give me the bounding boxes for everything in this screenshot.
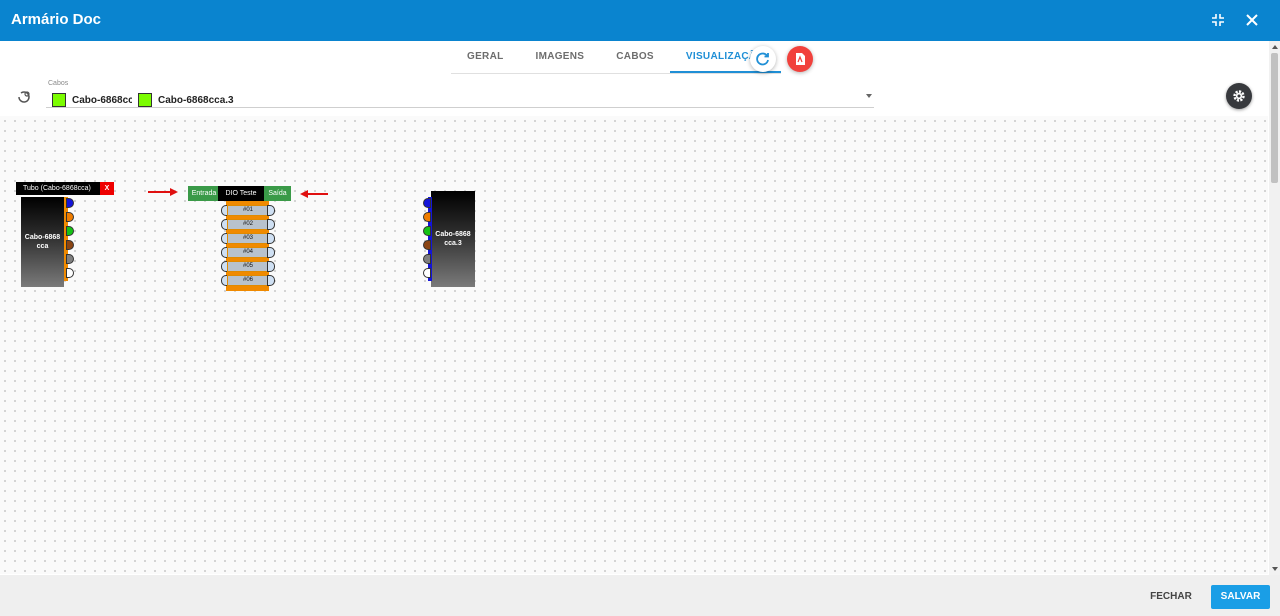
fiber-connector[interactable] [423, 212, 431, 222]
tube-remove-button[interactable]: X [100, 182, 114, 195]
cables-select[interactable]: Cabos Cabo-6868cca Cabo-6868cca.3 [46, 80, 874, 108]
port-label: #01 [227, 205, 269, 216]
arrow-right-icon [148, 188, 178, 196]
port-label: #05 [227, 261, 269, 272]
fiber-connector[interactable] [423, 254, 431, 264]
cable-label: Cabo-6868 cca.3 [435, 231, 471, 247]
title-bar: Armário Doc [0, 0, 1280, 41]
close-button[interactable]: FECHAR [1146, 585, 1196, 609]
dio-input-label[interactable]: Entrada [188, 186, 220, 201]
port-output-connector[interactable] [267, 275, 275, 286]
port-output-connector[interactable] [267, 205, 275, 216]
port-output-connector[interactable] [267, 219, 275, 230]
port-output-connector[interactable] [267, 261, 275, 272]
fiber-connector[interactable] [423, 268, 431, 278]
port-label: #02 [227, 219, 269, 230]
refresh-button[interactable] [750, 46, 776, 72]
tube-title: Tubo (Cabo-6868cca) [16, 182, 102, 195]
port-label: #04 [227, 247, 269, 258]
close-icon[interactable] [1241, 9, 1263, 31]
collapse-icon[interactable] [1207, 9, 1229, 31]
refresh-icon [756, 52, 769, 66]
tab-geral[interactable]: GERAL [451, 41, 520, 73]
fiber-connector[interactable] [423, 226, 431, 236]
dio-name: DIO Teste [218, 186, 264, 201]
dio-port[interactable]: #04 [221, 247, 275, 258]
fiber-connector[interactable] [423, 240, 431, 250]
scroll-down-icon[interactable] [1272, 567, 1278, 571]
pdf-icon [796, 53, 805, 65]
port-label: #03 [227, 233, 269, 244]
fiber-connector[interactable] [423, 198, 431, 208]
gear-icon [1233, 90, 1245, 102]
dio-port[interactable]: #06 [221, 275, 275, 286]
dio-output-label[interactable]: Saída [264, 186, 291, 201]
dio-port[interactable]: #03 [221, 233, 275, 244]
cable-block-left[interactable]: Cabo-6868 cca [21, 197, 64, 287]
scroll-up-icon[interactable] [1272, 45, 1278, 49]
cable-block-right[interactable]: Cabo-6868 cca.3 [431, 191, 475, 287]
port-label: #06 [227, 275, 269, 286]
pdf-export-button[interactable] [787, 46, 813, 72]
diagram-canvas[interactable] [0, 116, 1268, 574]
chevron-down-icon[interactable] [866, 94, 872, 98]
port-output-connector[interactable] [267, 233, 275, 244]
arrow-left-icon [300, 190, 328, 198]
cable-chip-label: Cabo-6868cca [72, 94, 132, 106]
cable-chip-label: Cabo-6868cca.3 [158, 94, 234, 106]
cable-selector-row: Cabos Cabo-6868cca Cabo-6868cca.3 [0, 76, 1280, 116]
dio-port[interactable]: #02 [221, 219, 275, 230]
cable-color-swatch [52, 93, 66, 107]
history-icon[interactable] [16, 89, 32, 105]
cable-chip[interactable]: Cabo-6868cca [52, 92, 132, 108]
dialog-footer: FECHAR SALVAR [0, 575, 1280, 616]
cable-label: Cabo-6868 cca [24, 234, 61, 250]
tab-cabos[interactable]: CABOS [600, 41, 670, 73]
settings-button[interactable] [1226, 83, 1252, 109]
cable-color-swatch [138, 93, 152, 107]
dio-port[interactable]: #01 [221, 205, 275, 216]
scrollbar-thumb[interactable] [1271, 53, 1278, 183]
cable-chip[interactable]: Cabo-6868cca.3 [138, 92, 234, 108]
window-title: Armário Doc [11, 11, 102, 28]
dio-port[interactable]: #05 [221, 261, 275, 272]
vertical-scrollbar[interactable] [1269, 41, 1280, 575]
tab-imagens[interactable]: IMAGENS [520, 41, 601, 73]
port-output-connector[interactable] [267, 247, 275, 258]
save-button[interactable]: SALVAR [1211, 585, 1270, 609]
cables-select-label: Cabos [48, 80, 69, 87]
tab-bar: GERAL IMAGENS CABOS VISUALIZAÇÃO [451, 41, 781, 74]
